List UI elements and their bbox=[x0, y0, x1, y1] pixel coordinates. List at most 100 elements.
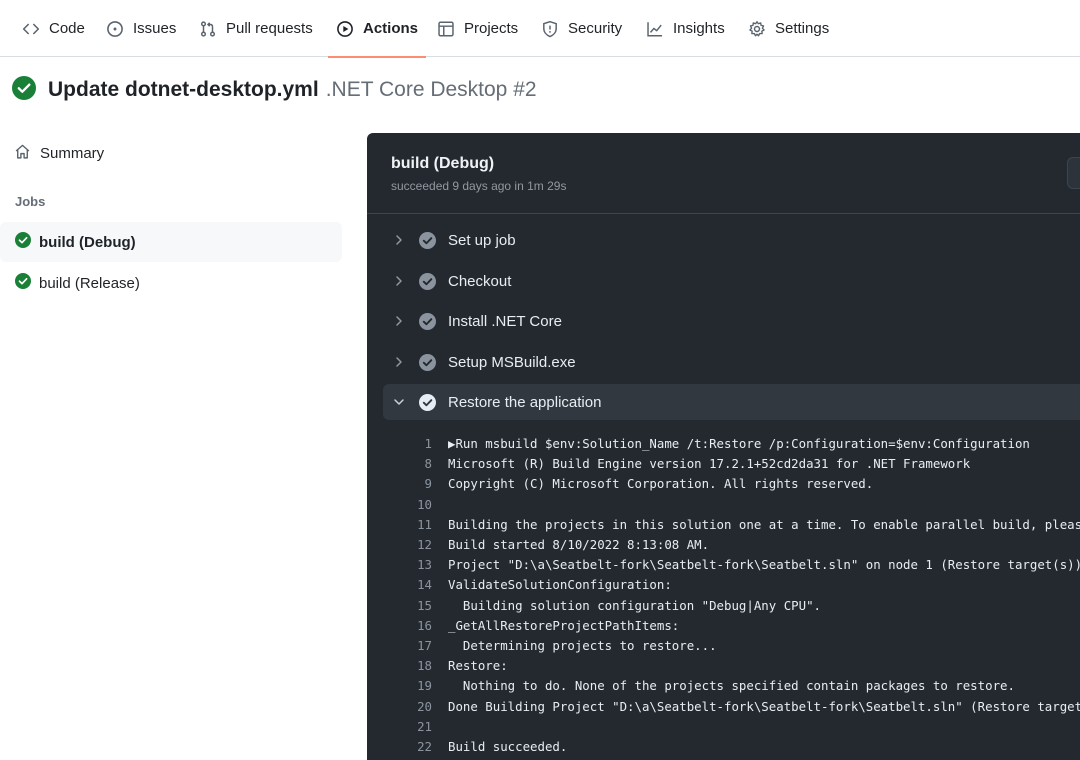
log-line: 8 Microsoft (R) Build Engine version 17.2… bbox=[367, 454, 1080, 474]
step-set-up-job[interactable]: Set up job bbox=[383, 222, 1080, 258]
log-line-number: 21 bbox=[417, 718, 432, 734]
tab-actions[interactable]: Actions bbox=[327, 0, 427, 58]
table-icon bbox=[437, 20, 455, 38]
log-line-number: 18 bbox=[417, 658, 432, 674]
summary-label: Summary bbox=[40, 144, 105, 162]
step-checkout[interactable]: Checkout bbox=[383, 263, 1080, 299]
log-line-text: Build started 8/10/2022 8:13:08 AM. bbox=[448, 537, 710, 552]
tab-label: Issues bbox=[133, 20, 177, 37]
log-line: 9 Copyright (C) Microsoft Corporation. Al… bbox=[367, 474, 1080, 494]
issue-opened-icon bbox=[106, 20, 124, 38]
log-line: 17 Determining projects to restore... bbox=[367, 636, 1080, 656]
git-pull-request-icon bbox=[199, 20, 217, 38]
step-restore-the-application[interactable]: Restore the application bbox=[383, 384, 1080, 420]
log-line: 11 Building the projects in this solution… bbox=[367, 515, 1080, 535]
log-line-text: Build succeeded. bbox=[448, 739, 568, 754]
sidebar-job-build-release[interactable]: build (Release) bbox=[0, 263, 342, 303]
log-line: 15 Building solution configuration "Debu… bbox=[367, 596, 1080, 616]
tab-projects[interactable]: Projects bbox=[437, 0, 518, 57]
log-line-number: 12 bbox=[417, 537, 432, 552]
check-circle-icon bbox=[419, 231, 436, 249]
log-line-number: 1 bbox=[424, 436, 432, 451]
log-line-text: _GetAllRestoreProjectPathItems: bbox=[448, 617, 680, 633]
step-install-dotnet-core[interactable]: Install .NET Core bbox=[383, 303, 1080, 339]
tab-label: Projects bbox=[464, 20, 519, 37]
check-circle-fill-icon bbox=[15, 232, 39, 252]
check-circle-icon bbox=[419, 353, 436, 371]
check-circle-fill-icon bbox=[15, 273, 39, 293]
check-circle-icon bbox=[419, 312, 436, 330]
log-line-text: Determining projects to restore... bbox=[448, 638, 717, 653]
play-icon bbox=[336, 20, 354, 38]
log-line-number: 16 bbox=[417, 617, 432, 633]
check-circle-icon bbox=[419, 272, 436, 290]
tab-label: Insights bbox=[673, 20, 725, 37]
log-line-number: 8 bbox=[424, 456, 432, 472]
step-label: Install .NET Core bbox=[448, 312, 562, 330]
run-title-row: Update dotnet-desktop.yml .NET Core Desk… bbox=[12, 75, 537, 105]
log-line-number: 22 bbox=[417, 739, 432, 754]
log-line: 13 Project "D:\a\Seatbelt-fork\Seatbelt-f… bbox=[367, 555, 1080, 575]
log-line: 19 Nothing to do. None of the projects s… bbox=[367, 676, 1080, 696]
tab-code[interactable]: Code bbox=[22, 0, 85, 57]
log-line: 16 _GetAllRestoreProjectPathItems: bbox=[367, 616, 1080, 636]
job-status-meta: succeeded 9 days ago in 1m 29s bbox=[391, 179, 567, 193]
job-header: build (Debug) succeeded 9 days ago in 1m… bbox=[367, 133, 1080, 214]
log-line-number: 15 bbox=[417, 597, 432, 613]
step-setup-msbuild[interactable]: Setup MSBuild.exe bbox=[383, 344, 1080, 380]
log-line-number: 20 bbox=[417, 698, 432, 714]
tab-label: Pull requests bbox=[226, 20, 313, 37]
jobs-heading: Jobs bbox=[15, 194, 46, 209]
log-line-text: Done Building Project "D:\a\Seatbelt-for… bbox=[448, 698, 1080, 714]
log-line: 22 Build succeeded. bbox=[367, 737, 1080, 757]
step-label: Restore the application bbox=[448, 393, 602, 411]
chevron-right-icon bbox=[391, 354, 407, 370]
job-label: build (Debug) bbox=[39, 233, 136, 251]
log-line-text: Nothing to do. None of the projects spec… bbox=[448, 678, 1015, 694]
tab-label: Settings bbox=[775, 20, 830, 37]
log-line: 18 Restore: bbox=[367, 656, 1080, 676]
log-line-text: Restore: bbox=[448, 658, 508, 674]
tab-settings[interactable]: Settings bbox=[748, 0, 829, 57]
sidebar-job-build-debug[interactable]: build (Debug) bbox=[0, 222, 342, 262]
step-label: Setup MSBuild.exe bbox=[448, 353, 576, 371]
log-line[interactable]: 1 ▶Run msbuild $env:Solution_Name /t:Rest… bbox=[367, 434, 1080, 454]
log-line-number: 14 bbox=[417, 577, 432, 593]
log-line-text: Microsoft (R) Build Engine version 17.2.… bbox=[448, 456, 971, 472]
log-line-text: Copyright (C) Microsoft Corporation. All… bbox=[448, 476, 874, 492]
chevron-right-icon bbox=[391, 313, 407, 329]
log-line-text: Building the projects in this solution o… bbox=[448, 516, 1080, 532]
log-line-text: ▶Run msbuild $env:Solution_Name /t:Resto… bbox=[448, 436, 1030, 451]
home-icon bbox=[14, 143, 40, 164]
log-line-number: 19 bbox=[417, 678, 432, 694]
code-icon bbox=[22, 20, 40, 38]
graph-icon bbox=[646, 20, 664, 38]
job-settings-button[interactable] bbox=[1067, 157, 1080, 189]
log-line-number: 9 bbox=[424, 476, 432, 492]
log-line: 12 Build started 8/10/2022 8:13:08 AM. bbox=[367, 535, 1080, 555]
chevron-right-icon bbox=[391, 232, 407, 248]
gear-icon bbox=[748, 20, 766, 38]
tab-pull-requests[interactable]: Pull requests bbox=[199, 0, 313, 57]
tab-issues[interactable]: Issues bbox=[106, 0, 176, 57]
job-log-panel: build (Debug) succeeded 9 days ago in 1m… bbox=[367, 133, 1080, 760]
run-title: Update dotnet-desktop.yml bbox=[48, 78, 319, 101]
sidebar-summary-link[interactable]: Summary bbox=[14, 142, 104, 164]
job-label: build (Release) bbox=[39, 274, 140, 292]
repo-nav: Code Issues Pull requests Actions Projec… bbox=[0, 0, 1080, 58]
tab-label: Code bbox=[49, 20, 85, 37]
tab-label: Security bbox=[568, 20, 623, 37]
tab-insights[interactable]: Insights bbox=[646, 0, 725, 57]
tab-security[interactable]: Security bbox=[541, 0, 622, 57]
log-line-number: 13 bbox=[417, 557, 432, 573]
chevron-right-icon bbox=[391, 273, 407, 289]
log-line-number: 10 bbox=[417, 496, 432, 512]
log-line: 14 ValidateSolutionConfiguration: bbox=[367, 575, 1080, 595]
log-line: 10 bbox=[367, 495, 1080, 515]
workflow-name: .NET Core Desktop #2 bbox=[325, 78, 537, 101]
step-label: Set up job bbox=[448, 231, 516, 249]
check-circle-fill-icon bbox=[12, 75, 48, 105]
log-line: 20 Done Building Project "D:\a\Seatbelt-f… bbox=[367, 697, 1080, 717]
log-line: 21 bbox=[367, 717, 1080, 737]
log-line-text: Building solution configuration "Debug|A… bbox=[448, 597, 821, 613]
